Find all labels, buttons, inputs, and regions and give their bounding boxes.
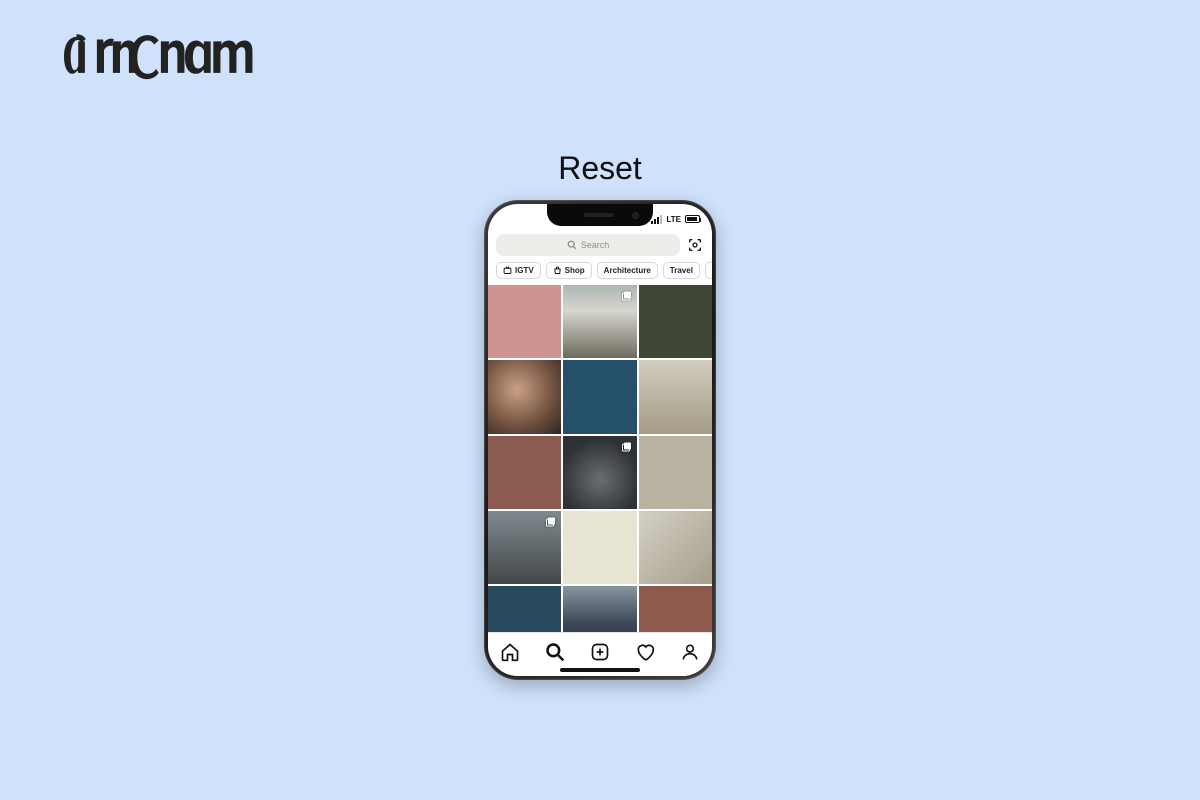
- search-icon: [545, 642, 565, 662]
- nav-profile[interactable]: [679, 641, 701, 663]
- grid-tile[interactable]: [488, 436, 561, 509]
- signal-icon: [651, 215, 662, 224]
- scan-button[interactable]: [686, 236, 704, 254]
- plus-square-icon: [590, 642, 610, 662]
- home-indicator[interactable]: [560, 668, 640, 672]
- page-title: Reset: [558, 150, 642, 187]
- grid-tile[interactable]: [563, 511, 636, 584]
- nav-search[interactable]: [544, 641, 566, 663]
- chip-shop[interactable]: Shop: [546, 262, 592, 279]
- nav-home[interactable]: [499, 641, 521, 663]
- chip-architecture[interactable]: Architecture: [597, 262, 658, 279]
- grid-tile[interactable]: [563, 360, 636, 433]
- grid-tile[interactable]: [488, 285, 561, 358]
- carousel-icon: [621, 289, 633, 301]
- bag-icon: [553, 266, 562, 275]
- phone-frame: LTE Search IGTV Shop: [484, 200, 716, 680]
- search-icon: [567, 240, 577, 250]
- search-placeholder: Search: [581, 240, 610, 250]
- nav-activity[interactable]: [634, 641, 656, 663]
- nav-new-post[interactable]: [589, 641, 611, 663]
- search-input[interactable]: Search: [496, 234, 680, 256]
- carousel-icon: [621, 440, 633, 452]
- grid-tile[interactable]: [639, 285, 712, 358]
- grid-tile[interactable]: [639, 436, 712, 509]
- person-icon: [680, 642, 700, 662]
- chip-igtv[interactable]: IGTV: [496, 262, 541, 279]
- chip-decor[interactable]: Decor: [705, 262, 712, 279]
- network-label: LTE: [666, 215, 681, 224]
- tv-icon: [503, 266, 512, 275]
- carousel-icon: [545, 515, 557, 527]
- search-row: Search: [488, 232, 712, 262]
- phone-screen: LTE Search IGTV Shop: [488, 204, 712, 676]
- grid-tile[interactable]: [639, 511, 712, 584]
- scan-icon: [687, 237, 703, 253]
- battery-icon: [685, 215, 700, 223]
- phone-notch: [547, 204, 653, 226]
- grid-tile[interactable]: [563, 436, 636, 509]
- home-icon: [500, 642, 520, 662]
- instagram-logo: [48, 28, 288, 97]
- explore-chips[interactable]: IGTV Shop Architecture Travel Decor: [488, 262, 712, 285]
- grid-tile[interactable]: [639, 360, 712, 433]
- explore-grid: [488, 285, 712, 660]
- grid-tile[interactable]: [488, 511, 561, 584]
- heart-icon: [635, 642, 655, 662]
- chip-travel[interactable]: Travel: [663, 262, 700, 279]
- grid-tile[interactable]: [563, 285, 636, 358]
- grid-tile[interactable]: [488, 360, 561, 433]
